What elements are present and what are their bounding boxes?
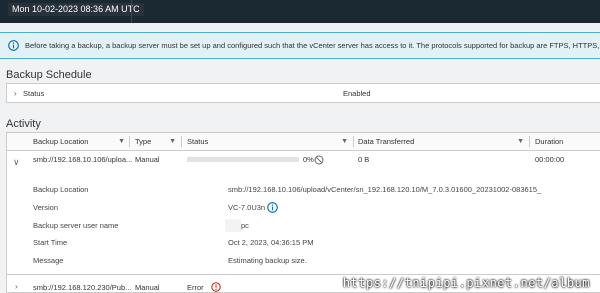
column-backup-location[interactable]: Backup Location ▼ xyxy=(33,133,130,150)
watermark-url: https://tnipipi.pixnet.net/album xyxy=(342,276,590,290)
row-divider xyxy=(7,274,600,275)
column-label: Duration xyxy=(535,137,564,146)
detail-message-value: Estimating backup size. xyxy=(228,256,307,265)
activity-title: Activity xyxy=(6,118,41,130)
chevron-down-icon[interactable]: ∨ xyxy=(13,157,20,168)
row-type: Manual xyxy=(135,155,160,164)
column-divider xyxy=(353,136,354,147)
filter-icon[interactable]: ▼ xyxy=(517,133,524,150)
info-banner: Before taking a backup, a backup server … xyxy=(0,32,600,59)
detail-version-label: Version xyxy=(33,203,59,212)
detail-user-label: Backup server user name xyxy=(33,221,119,230)
detail-start-value: Oct 2, 2023, 04:36:15 PM xyxy=(228,238,314,247)
detail-version-value: VC-7.0U3n xyxy=(228,203,266,212)
progress-bar xyxy=(187,157,299,162)
info-icon xyxy=(8,40,19,51)
chevron-right-icon[interactable]: › xyxy=(15,282,18,291)
schedule-status-value: Enabled xyxy=(343,89,371,98)
detail-user-value: pc xyxy=(241,221,249,230)
filter-icon[interactable]: ▼ xyxy=(118,133,125,150)
cancel-icon[interactable] xyxy=(314,155,324,165)
progress-percent: 0% xyxy=(303,155,314,164)
detail-location-label: Backup Location xyxy=(33,185,89,194)
filter-icon[interactable]: ▼ xyxy=(169,133,176,150)
column-status[interactable]: Status ▼ xyxy=(187,133,353,150)
row-backup-location[interactable]: smb://192.168.120.230/Pub... xyxy=(33,283,131,293)
filter-icon[interactable]: ▼ xyxy=(341,133,348,150)
detail-message-label: Message xyxy=(33,256,64,265)
row-backup-location[interactable]: smb://192.168.10.106/uploa... xyxy=(33,155,132,165)
column-data-transferred[interactable]: Data Transferred ▼ xyxy=(358,133,529,150)
column-divider xyxy=(129,136,130,147)
info-icon[interactable] xyxy=(267,202,278,213)
topbar-divider xyxy=(131,0,132,23)
row-type: Manual xyxy=(135,283,160,292)
row-status: Error xyxy=(187,283,204,292)
error-icon xyxy=(211,282,221,292)
detail-location-value: smb://192.168.10.106/upload/vCenter/sn_1… xyxy=(228,185,542,194)
chevron-right-icon[interactable]: › xyxy=(14,89,17,98)
column-divider xyxy=(529,136,530,147)
column-type[interactable]: Type ▼ xyxy=(135,133,181,150)
schedule-status-row[interactable]: › Status Enabled xyxy=(6,83,600,103)
row-data-transferred: 0 B xyxy=(358,155,370,164)
column-label: Data Transferred xyxy=(358,137,415,146)
column-label: Backup Location xyxy=(33,137,89,146)
table-header: Backup Location ▼ Type ▼ Status ▼ Data T… xyxy=(7,133,600,151)
column-duration[interactable]: Duration xyxy=(535,133,600,150)
top-bar: Mon 10-02-2023 08:36 AM UTC xyxy=(0,0,600,23)
activity-table: Backup Location ▼ Type ▼ Status ▼ Data T… xyxy=(6,132,600,293)
row-duration: 00:00:00 xyxy=(535,155,565,164)
schedule-status-label: Status xyxy=(23,89,45,98)
column-divider xyxy=(181,136,182,147)
redacted-username xyxy=(225,219,241,232)
banner-text: Before taking a backup, a backup server … xyxy=(25,41,600,50)
column-label: Type xyxy=(135,137,152,146)
column-label: Status xyxy=(187,137,209,146)
datetime-display: Mon 10-02-2023 08:36 AM UTC xyxy=(8,3,144,16)
backup-schedule-title: Backup Schedule xyxy=(6,69,92,81)
detail-start-label: Start Time xyxy=(33,238,68,247)
